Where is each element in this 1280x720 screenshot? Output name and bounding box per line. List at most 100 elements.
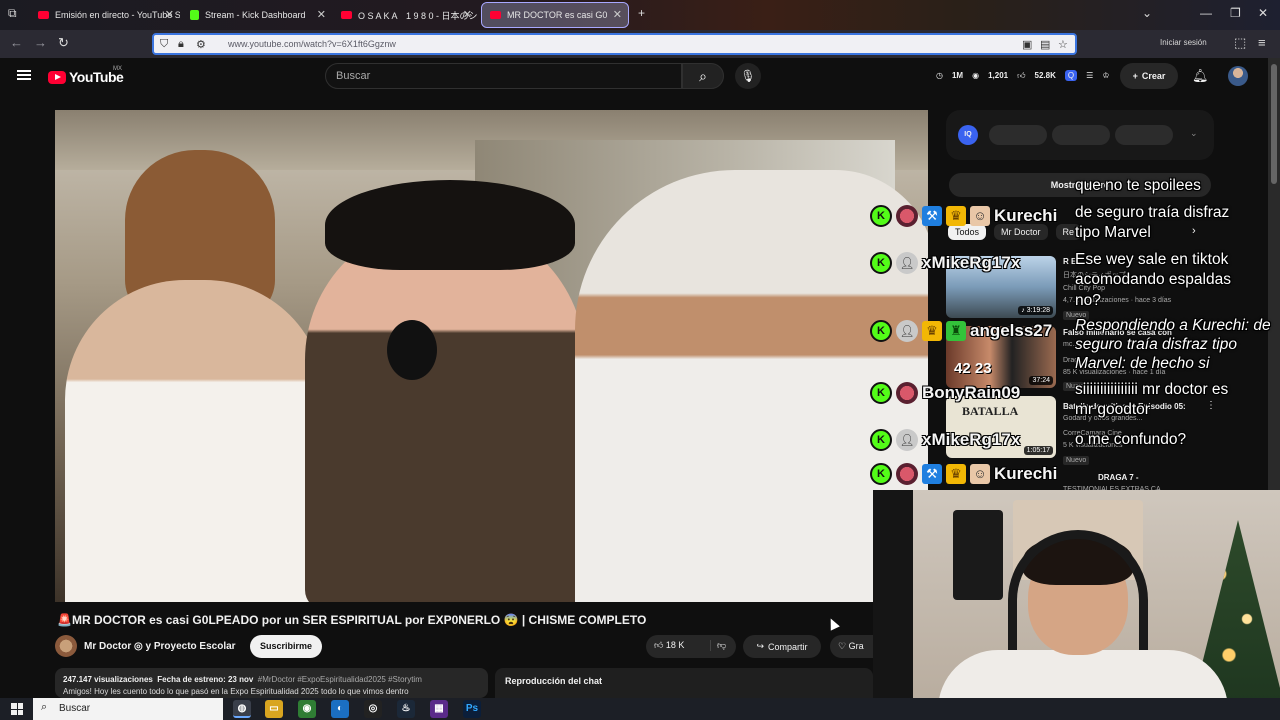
signin-link[interactable]: Iniciar sesión — [1160, 38, 1207, 47]
back-icon[interactable]: ← — [10, 35, 23, 50]
video-player[interactable] — [55, 110, 928, 602]
trophy-icon[interactable]: ♔ — [1102, 71, 1109, 80]
file-explorer-icon[interactable]: ▭ — [265, 700, 283, 718]
kick-badge-icon: K — [870, 205, 892, 227]
close-tab-icon[interactable]: ✕ — [317, 8, 326, 21]
chevron-right-icon[interactable]: › — [1192, 225, 1196, 237]
streamer-shirt — [938, 650, 1228, 700]
chat-message: tipo Marvel — [1075, 224, 1151, 241]
notifications-bell-icon[interactable]: 🔔︎ — [1192, 68, 1209, 84]
windows-start-icon[interactable] — [11, 703, 23, 715]
reload-icon[interactable]: ↻ — [58, 35, 69, 51]
hashtags[interactable]: #MrDoctor #ExpoEspiritualidad2025 #Story… — [258, 675, 422, 684]
browser-tab[interactable]: Stream - Kick Dashboard ✕ — [182, 3, 332, 27]
webcam-overlay — [873, 490, 1280, 700]
chat-username: angelss27 — [970, 321, 1053, 340]
chevron-down-icon[interactable]: ⌄ — [1190, 128, 1198, 139]
youtube-icon — [341, 11, 352, 19]
clock-icon: ◷ — [936, 71, 943, 80]
extension-pill[interactable] — [1052, 125, 1110, 145]
extension-q-icon[interactable]: Q — [1064, 70, 1078, 81]
tab-title: MR DOCTOR es casi G0 — [507, 10, 608, 20]
extension-pill[interactable] — [1115, 125, 1173, 145]
subscribe-button[interactable]: Suscribirme — [250, 635, 322, 658]
extension-pill[interactable] — [989, 125, 1047, 145]
gold-crown-icon: ♛ — [946, 206, 966, 226]
app-icon[interactable]: ▦ — [430, 700, 448, 718]
scrollbar-thumb[interactable] — [1271, 64, 1277, 184]
account-avatar[interactable] — [1228, 66, 1248, 86]
firefox-icon[interactable]: ◍ — [233, 700, 251, 718]
chat-message: o me confundo? — [1075, 431, 1187, 448]
menu-icon[interactable]: ≡ — [1258, 35, 1266, 50]
close-tab-icon[interactable]: ✕ — [165, 8, 174, 21]
taskbar-search[interactable]: ⌕ Buscar — [33, 698, 223, 720]
chat-replay-header[interactable]: Reproducción del chat — [495, 668, 873, 698]
hamburger-menu-icon[interactable] — [17, 70, 31, 80]
chat-message: de seguro traía disfraz — [1075, 204, 1230, 221]
forward-icon[interactable]: → — [34, 35, 47, 50]
chat-username: xMikeRg17x — [922, 253, 1021, 272]
channel-avatar[interactable] — [55, 635, 77, 657]
lock-icon[interactable]: 🔒︎ — [178, 38, 184, 51]
steam-icon[interactable]: ♨ — [397, 700, 415, 718]
dislike-button[interactable]: 👎︎ — [710, 640, 726, 651]
video-title: 🚨MR DOCTOR es casi G0LPEADO por un SER E… — [57, 613, 646, 627]
maximize-icon[interactable]: ❐ — [1230, 6, 1241, 20]
permissions-icon[interactable]: ⚙︎ — [196, 38, 206, 51]
country-code: MX — [113, 66, 122, 72]
chevron-down-icon[interactable]: ⌄ — [1142, 6, 1152, 20]
bookmark-star-icon[interactable]: ☆ — [1058, 38, 1068, 51]
thumbnail-title: BATALLA — [962, 404, 1019, 418]
iq-extension-icon[interactable]: IQ — [958, 125, 978, 145]
search-button[interactable]: ⌕ — [682, 63, 724, 89]
browser-tab-active[interactable]: MR DOCTOR es casi G0 ✕ — [481, 2, 629, 28]
new-tab-icon[interactable]: + — [638, 6, 645, 20]
channel-name[interactable]: Mr Doctor ◎ y Proyecto Escolar — [84, 641, 236, 652]
address-bar[interactable]: ⛉ 🔒︎ ⚙︎ www.youtube.com/watch?v=6X1ft6Gg… — [152, 33, 1077, 55]
close-tab-icon[interactable]: ✕ — [613, 8, 622, 21]
thanks-button[interactable]: ♡ Gra — [830, 635, 874, 658]
voice-search-button[interactable]: 🎙︎ — [735, 63, 761, 89]
search-input[interactable]: Buscar — [325, 63, 682, 89]
blue-hammer-icon: ⚒ — [922, 206, 942, 226]
webcam-microphone — [873, 490, 913, 700]
description-box[interactable]: 247.147 visualizaciones Fecha de estreno… — [55, 668, 488, 698]
like-button[interactable]: 👍︎ 18 K — [654, 640, 684, 651]
shield-icon[interactable]: ⛉ — [160, 38, 168, 51]
extension-stats: ◷ 1M ◉ 1,201 👍︎ 52.8K Q ☰ ♔ — [936, 70, 1109, 81]
edge-icon[interactable]: ◐ — [331, 700, 349, 718]
close-window-icon[interactable]: ✕ — [1258, 6, 1268, 20]
search-icon: ⌕ — [41, 701, 48, 713]
video-duration: ♪ 3:19:28 — [1018, 306, 1053, 315]
photoshop-icon[interactable]: Ps — [463, 700, 481, 718]
chat-row: K 👤︎ ♛ ♜ angelss27 — [870, 318, 1052, 344]
browser-tab[interactable]: Emisión en directo - YouTube S ✕ — [30, 3, 180, 27]
tab-title: Emisión en directo - YouTube S — [55, 10, 180, 20]
extensions-icon[interactable]: ⬚ — [1234, 35, 1246, 51]
rec-title[interactable]: DRAGA 7 - — [1098, 473, 1139, 482]
thumbs-down-icon: 👎︎ — [717, 640, 727, 650]
picture-in-picture-icon[interactable]: ▣ — [1022, 38, 1032, 51]
gold-crown-icon: ♛ — [922, 321, 942, 341]
view-count: 247.147 visualizaciones — [63, 675, 153, 684]
chat-message: siiiiiiiiiiiiiiii mr doctor es — [1075, 381, 1229, 398]
minimize-icon[interactable]: — — [1200, 6, 1212, 20]
close-tab-icon[interactable]: ✕ — [463, 8, 472, 21]
bars-icon[interactable]: ☰ — [1086, 71, 1093, 80]
video-person-center — [305, 220, 585, 602]
video-person-left — [65, 280, 325, 602]
chat-row: K 👤︎ xMikeRg17x — [870, 427, 1020, 453]
tab-overview-icon[interactable]: ⧉ — [8, 6, 17, 21]
create-button[interactable]: + Crear — [1120, 63, 1178, 89]
chrome-icon[interactable]: ◉ — [298, 700, 316, 718]
browser-tab[interactable]: O S A K A 1 9 8 0 - 日本のシ ✕ — [333, 3, 478, 27]
kick-badge-icon: K — [870, 252, 892, 274]
chat-row: K BonyRain09 — [870, 380, 1020, 406]
share-button[interactable]: ↪ Compartir — [743, 635, 821, 658]
obs-icon[interactable]: ◎ — [364, 700, 382, 718]
user-avatar: 👤︎ — [896, 320, 918, 342]
more-options-icon[interactable]: ⋮ — [1206, 400, 1216, 411]
reader-icon[interactable]: ▤ — [1040, 38, 1050, 51]
kick-badge-icon: K — [870, 429, 892, 451]
